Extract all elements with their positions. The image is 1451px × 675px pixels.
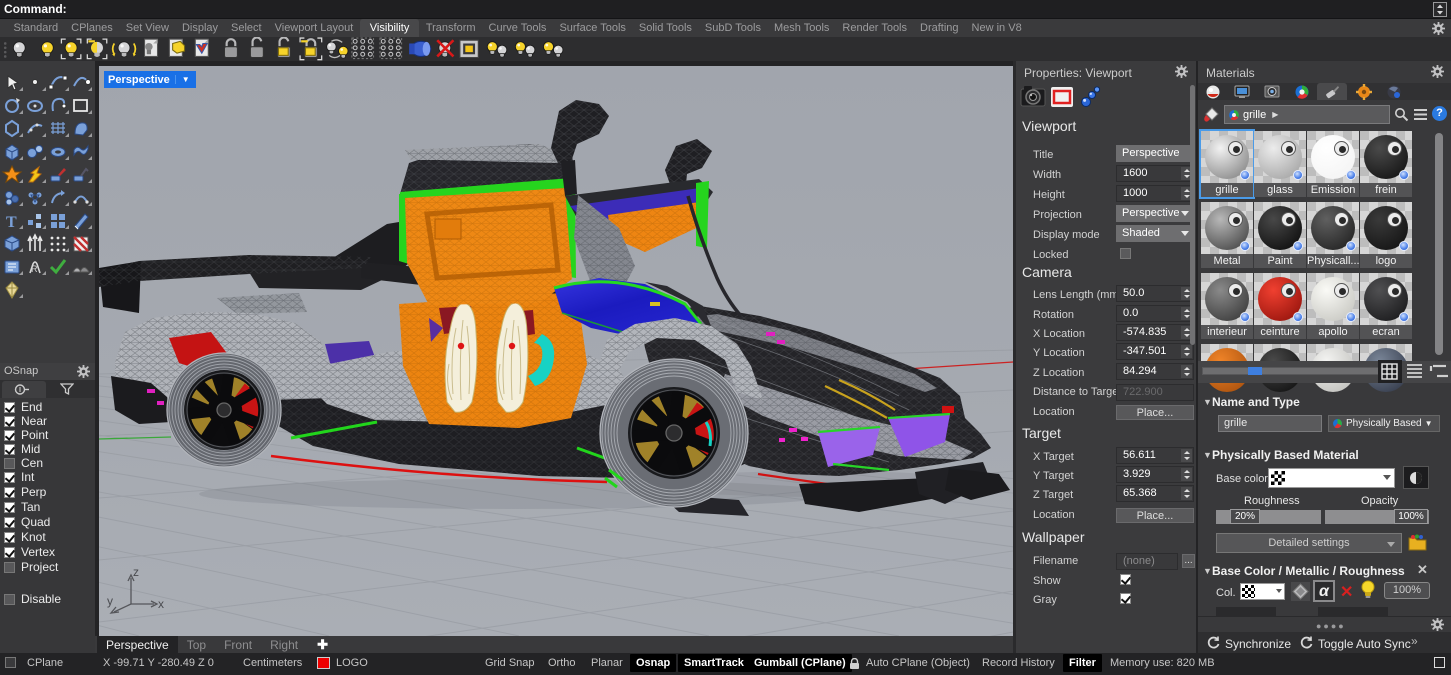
svg-text:z: z	[133, 565, 139, 579]
svg-text:T: T	[6, 214, 17, 231]
svg-text:y: y	[107, 594, 113, 608]
svg-text:R: R	[31, 264, 38, 274]
svg-text:x: x	[158, 597, 164, 611]
